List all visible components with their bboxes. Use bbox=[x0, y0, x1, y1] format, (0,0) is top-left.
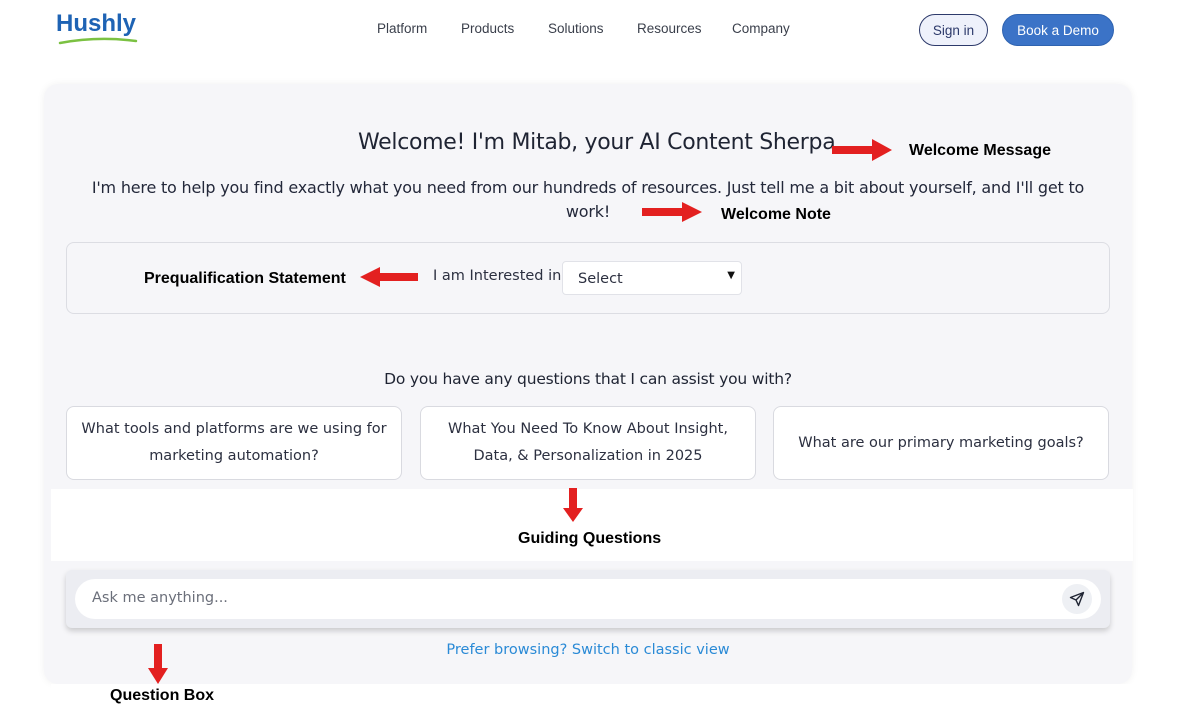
guiding-question-text: What are our primary marketing goals? bbox=[798, 434, 1084, 451]
guiding-question-card[interactable]: What are our primary marketing goals? bbox=[773, 406, 1109, 480]
welcome-note: I'm here to help you find exactly what y… bbox=[91, 178, 1085, 221]
questions-heading: Do you have any questions that I can ass… bbox=[384, 370, 792, 388]
caret-down-icon: ▼ bbox=[727, 270, 735, 281]
book-demo-button[interactable]: Book a Demo bbox=[1002, 14, 1114, 46]
classic-view-link: Prefer browsing? Switch to classic view bbox=[0, 642, 1176, 658]
prequalification-label: I am Interested in bbox=[433, 268, 562, 284]
ask-input[interactable]: Ask me anything... bbox=[75, 579, 1101, 619]
classic-view-link-text[interactable]: Prefer browsing? Switch to classic view bbox=[446, 642, 729, 658]
paper-plane-icon bbox=[1069, 591, 1085, 607]
welcome-message: Welcome! I'm Mitab, your AI Content Sher… bbox=[358, 130, 843, 155]
nav-item-solutions[interactable]: Solutions bbox=[548, 21, 604, 36]
annotation-band bbox=[51, 489, 1133, 561]
arrow-right-icon bbox=[832, 139, 892, 161]
guiding-question-text: What You Need To Know About Insight, Dat… bbox=[448, 421, 728, 464]
guiding-question-text: What tools and platforms are we using fo… bbox=[81, 421, 387, 464]
nav-item-resources[interactable]: Resources bbox=[637, 21, 702, 36]
ask-input-placeholder: Ask me anything... bbox=[92, 590, 228, 606]
annotation-guiding-questions: Guiding Questions bbox=[518, 530, 662, 547]
arrow-right-icon bbox=[642, 202, 702, 222]
interest-select[interactable]: Select ▼ bbox=[562, 261, 742, 295]
arrow-down-icon bbox=[563, 488, 583, 522]
nav-item-products[interactable]: Products bbox=[461, 21, 514, 36]
nav-item-platform[interactable]: Platform bbox=[377, 21, 427, 36]
arrow-left-icon bbox=[360, 267, 418, 287]
sign-in-button[interactable]: Sign in bbox=[919, 14, 988, 46]
annotation-welcome-message: Welcome Message bbox=[909, 142, 1051, 159]
guiding-question-card[interactable]: What tools and platforms are we using fo… bbox=[66, 406, 402, 480]
interest-select-value: Select bbox=[578, 271, 623, 287]
guiding-question-card[interactable]: What You Need To Know About Insight, Dat… bbox=[420, 406, 756, 480]
question-box: Ask me anything... bbox=[66, 570, 1110, 628]
send-button[interactable] bbox=[1062, 584, 1092, 614]
arrow-down-icon bbox=[148, 644, 168, 684]
annotation-prequalification: Prequalification Statement bbox=[144, 270, 346, 287]
annotation-question-box: Question Box bbox=[110, 687, 215, 704]
annotation-welcome-note: Welcome Note bbox=[721, 206, 831, 223]
nav-item-company[interactable]: Company bbox=[732, 21, 790, 36]
